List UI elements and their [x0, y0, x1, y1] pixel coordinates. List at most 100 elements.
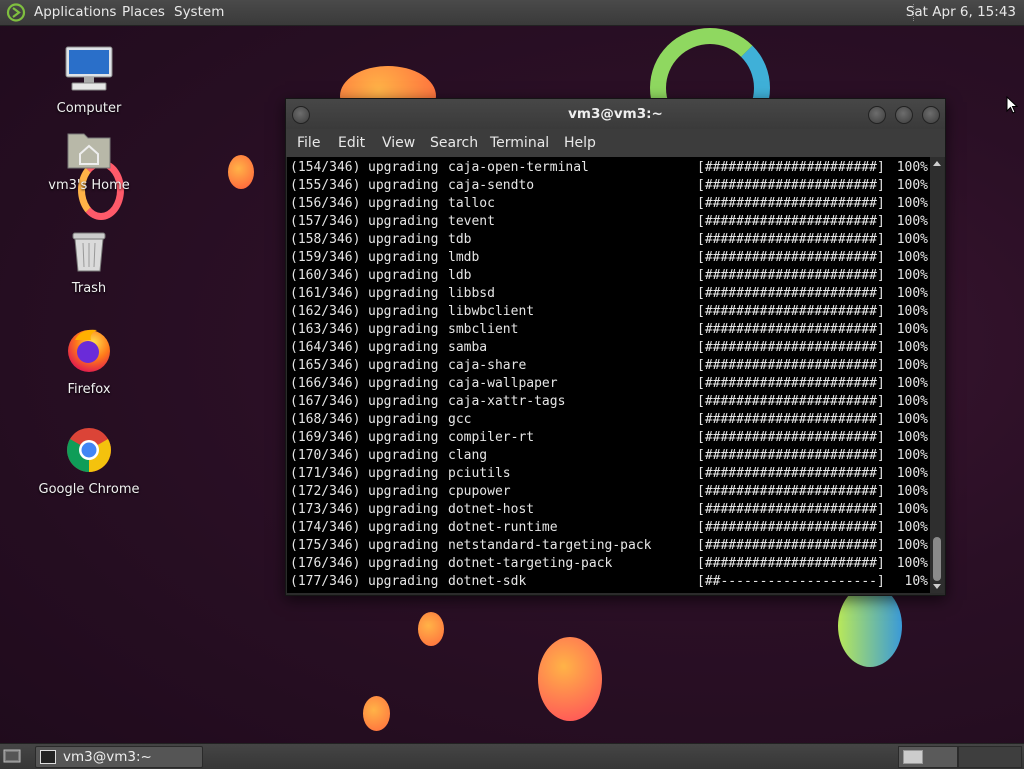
line-index: (155/346) — [290, 178, 361, 193]
bottom-panel: vm3@vm3:~ — [0, 743, 1024, 769]
line-package: dotnet-sdk — [448, 574, 527, 589]
line-package: dotnet-host — [448, 502, 535, 517]
menu-terminal[interactable]: Terminal — [490, 129, 549, 157]
line-action: upgrading — [368, 178, 439, 193]
desktop-icon-computer[interactable]: Computer — [29, 45, 149, 116]
taskbar-button-terminal[interactable]: vm3@vm3:~ — [35, 746, 203, 768]
line-action: upgrading — [368, 412, 439, 427]
line-action: upgrading — [368, 520, 439, 535]
line-percent: 100% — [896, 358, 928, 373]
line-package: libwbclient — [448, 304, 535, 319]
show-desktop-icon[interactable] — [3, 748, 21, 764]
desktop-icon-home[interactable]: vm3's Home — [29, 128, 149, 193]
line-index: (169/346) — [290, 430, 361, 445]
menu-search[interactable]: Search — [430, 129, 478, 157]
wallpaper-orange-blob-4 — [363, 696, 390, 731]
line-progress-bar: [######################] — [697, 160, 885, 175]
line-percent: 100% — [896, 502, 928, 517]
line-progress-bar: [######################] — [697, 232, 885, 247]
line-index: (158/346) — [290, 232, 361, 247]
line-action: upgrading — [368, 232, 439, 247]
line-package: clang — [448, 448, 488, 463]
menu-view[interactable]: View — [382, 129, 415, 157]
line-action: upgrading — [368, 286, 439, 301]
line-index: (173/346) — [290, 502, 361, 517]
minimize-button[interactable] — [868, 106, 886, 124]
line-action: upgrading — [368, 196, 439, 211]
line-index: (164/346) — [290, 340, 361, 355]
desktop-icon-trash[interactable]: Trash — [29, 229, 149, 296]
terminal-menubar: File Edit View Search Terminal Help — [286, 129, 945, 157]
scroll-up-arrow-icon[interactable] — [933, 161, 941, 166]
title-bar[interactable]: vm3@vm3:~ — [286, 99, 945, 129]
line-index: (154/346) — [290, 160, 361, 175]
terminal-output[interactable]: (154/346) upgrading caja-open-terminal [###… — [287, 157, 930, 593]
workspace-window-preview — [903, 750, 923, 764]
places-menu[interactable]: Places — [122, 0, 165, 25]
workspace-2[interactable] — [958, 746, 1022, 768]
line-action: upgrading — [368, 214, 439, 229]
line-package: tevent — [448, 214, 495, 229]
line-action: upgrading — [368, 484, 439, 499]
line-index: (165/346) — [290, 358, 361, 373]
line-percent: 10% — [904, 574, 928, 589]
workspace-1[interactable] — [898, 746, 958, 768]
line-action: upgrading — [368, 340, 439, 355]
line-progress-bar: [######################] — [697, 376, 885, 391]
desktop-icon-chrome[interactable]: Google Chrome — [29, 426, 149, 497]
line-action: upgrading — [368, 160, 439, 175]
chrome-icon — [67, 428, 111, 472]
terminal-icon — [40, 750, 56, 764]
line-progress-bar: [######################] — [697, 340, 885, 355]
line-index: (163/346) — [290, 322, 361, 337]
line-package: compiler-rt — [448, 430, 535, 445]
line-percent: 100% — [896, 286, 928, 301]
line-progress-bar: [######################] — [697, 286, 885, 301]
line-action: upgrading — [368, 322, 439, 337]
line-percent: 100% — [896, 178, 928, 193]
line-package: libbsd — [448, 286, 495, 301]
menu-edit[interactable]: Edit — [338, 129, 365, 157]
maximize-button[interactable] — [895, 106, 913, 124]
line-action: upgrading — [368, 448, 439, 463]
wallpaper-small-orange-blob — [228, 155, 254, 189]
line-progress-bar: [######################] — [697, 466, 885, 481]
computer-icon — [65, 46, 113, 91]
line-action: upgrading — [368, 250, 439, 265]
menu-help[interactable]: Help — [564, 129, 596, 157]
line-package: samba — [448, 340, 488, 355]
taskbar-button-label: vm3@vm3:~ — [63, 749, 152, 765]
menu-file[interactable]: File — [297, 129, 320, 157]
line-percent: 100% — [896, 538, 928, 553]
line-percent: 100% — [896, 556, 928, 571]
wallpaper-orange-blob-3 — [538, 637, 602, 721]
scroll-down-arrow-icon[interactable] — [933, 584, 941, 589]
line-action: upgrading — [368, 376, 439, 391]
line-package: pciutils — [448, 466, 511, 481]
desktop-icon-firefox[interactable]: Firefox — [29, 326, 149, 397]
applications-menu[interactable]: Applications — [34, 0, 116, 25]
line-progress-bar: [######################] — [697, 196, 885, 211]
line-action: upgrading — [368, 502, 439, 517]
line-index: (172/346) — [290, 484, 361, 499]
line-percent: 100% — [896, 160, 928, 175]
terminal-window[interactable]: vm3@vm3:~ File Edit View Search Terminal… — [285, 98, 946, 596]
mate-logo-icon[interactable] — [6, 3, 26, 22]
desktop-icon-label: vm3's Home — [48, 178, 130, 193]
scrollbar-thumb[interactable] — [933, 537, 941, 581]
line-progress-bar: [##--------------------] — [697, 574, 885, 589]
desktop-icon-label: Google Chrome — [38, 482, 140, 497]
line-progress-bar: [######################] — [697, 430, 885, 445]
line-percent: 100% — [896, 268, 928, 283]
line-package: lmdb — [448, 250, 480, 265]
close-button[interactable] — [922, 106, 940, 124]
line-percent: 100% — [896, 196, 928, 211]
line-percent: 100% — [896, 448, 928, 463]
line-package: tdb — [448, 232, 472, 247]
line-index: (159/346) — [290, 250, 361, 265]
terminal-scrollbar[interactable] — [930, 157, 944, 593]
system-menu[interactable]: System — [174, 0, 224, 25]
line-package: cpupower — [448, 484, 511, 499]
clock[interactable]: Sat Apr 6, 15:43 — [906, 0, 1016, 25]
line-index: (168/346) — [290, 412, 361, 427]
